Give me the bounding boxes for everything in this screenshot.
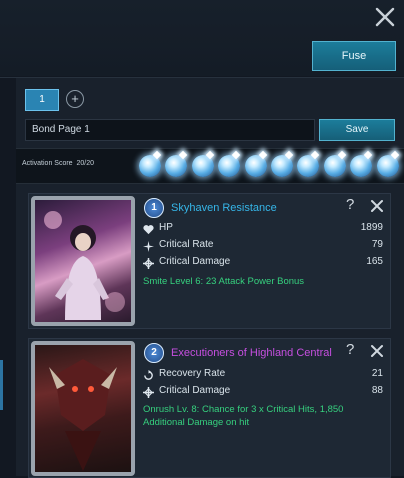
card-2-stat-recovery-rate: Recovery Rate 21 bbox=[143, 368, 383, 384]
save-button[interactable]: Save bbox=[319, 119, 395, 141]
recovery-icon bbox=[144, 370, 153, 380]
crosshair-icon bbox=[143, 258, 154, 269]
card-1-rank-badge: 1 bbox=[144, 198, 164, 218]
card-2-help-icon[interactable]: ? bbox=[346, 341, 354, 358]
card-2-title: Executioners of Highland Central bbox=[171, 347, 332, 359]
spark-icon bbox=[143, 241, 154, 252]
bond-page-name-input[interactable]: Bond Page 1 bbox=[25, 119, 315, 141]
card-2-rank-badge: 2 bbox=[144, 343, 164, 363]
card-2-remove-icon[interactable] bbox=[370, 344, 384, 358]
scrollbar[interactable] bbox=[0, 360, 3, 410]
card-1-stat-critical-damage: Critical Damage 165 bbox=[143, 256, 383, 272]
fuse-button[interactable]: Fuse bbox=[312, 41, 396, 71]
card-1-stat-hp: HP 1899 bbox=[143, 222, 383, 238]
card-1-bonus-text: Smite Level 6: 23 Attack Power Bonus bbox=[143, 276, 305, 287]
card-portrait-1 bbox=[31, 196, 135, 326]
card-2-bonus-text: Onrush Lv. 8: Chance for 3 x Critical Hi… bbox=[143, 404, 344, 428]
crosshair-icon bbox=[143, 387, 154, 398]
card-2-stat-critical-damage: Critical Damage 88 bbox=[143, 385, 383, 401]
card-1-title: Skyhaven Resistance bbox=[171, 202, 277, 214]
activation-score-label: Activation Score 20/20 bbox=[22, 160, 95, 167]
card-1-stat-critical-rate: Critical Rate 79 bbox=[143, 239, 383, 255]
card-1-help-icon[interactable]: ? bbox=[346, 196, 354, 213]
add-page-button[interactable]: + bbox=[66, 90, 84, 108]
card-1-remove-icon[interactable] bbox=[370, 199, 384, 213]
activation-score-value: 20/20 bbox=[76, 160, 95, 167]
bond-page-tab-1[interactable]: 1 bbox=[25, 89, 59, 111]
card-portrait-2 bbox=[31, 341, 135, 476]
heart-icon bbox=[143, 225, 154, 235]
close-icon[interactable] bbox=[374, 6, 396, 28]
